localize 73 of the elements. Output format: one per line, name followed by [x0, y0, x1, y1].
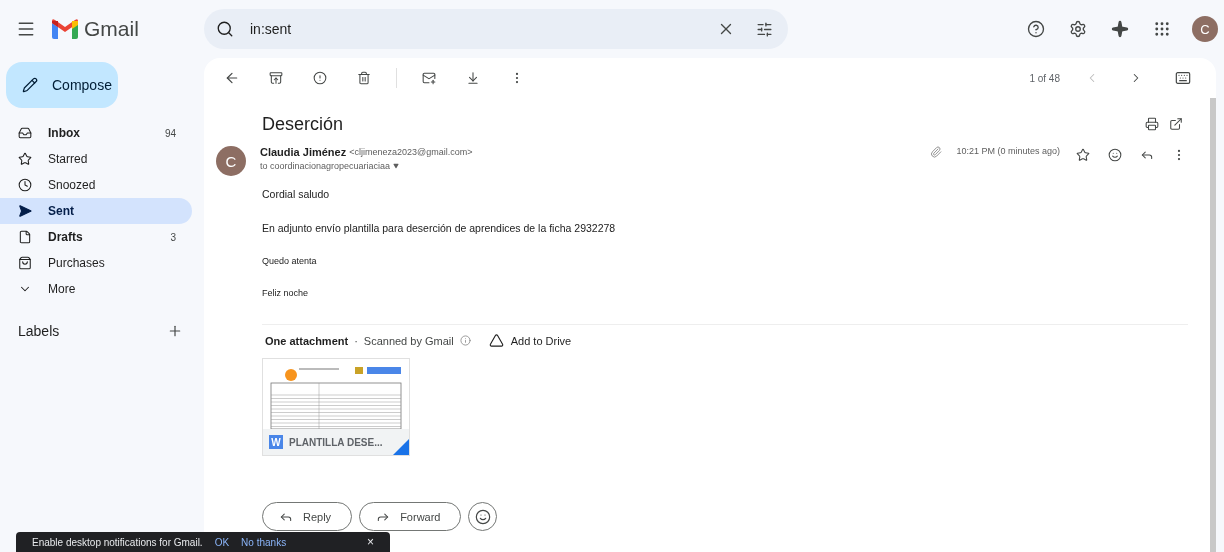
sidebar-item[interactable]: Drafts 3	[0, 224, 192, 250]
emoji-button[interactable]	[1106, 146, 1124, 164]
paperclip-icon	[930, 146, 943, 158]
attachment-heading: One attachment	[265, 334, 349, 347]
labels-heading: Labels	[18, 323, 60, 339]
forward-button[interactable]: Forward	[359, 502, 462, 531]
smiley-icon	[1108, 148, 1122, 162]
no-thanks-link[interactable]: No thanks	[241, 536, 287, 548]
attachment-card[interactable]: W PLANTILLA DESE...	[262, 358, 410, 456]
reply-arrow-icon	[1140, 148, 1154, 162]
info-icon	[459, 335, 471, 346]
sliders-icon	[755, 20, 773, 38]
printer-icon	[1145, 117, 1159, 131]
smiley-icon	[474, 508, 491, 525]
download-icon	[466, 71, 480, 85]
pencil-icon	[22, 77, 38, 93]
email-paragraph: Feliz noche	[262, 288, 310, 298]
search-icon	[216, 20, 234, 38]
star-icon	[18, 152, 32, 166]
grid-icon	[1153, 20, 1171, 38]
search-input[interactable]: in:sent	[248, 20, 700, 38]
email-paragraph: Quedo atenta	[262, 256, 318, 266]
scrollbar[interactable]	[1210, 98, 1216, 552]
keyboard-icon	[1175, 70, 1191, 86]
plus-icon	[167, 323, 183, 339]
word-file-icon: W	[269, 435, 283, 449]
search-bar[interactable]: in:sent	[204, 9, 788, 49]
snackbar-message: Enable desktop notifications for Gmail.	[32, 536, 203, 548]
recipient-dropdown[interactable]: to coordinacionagropecuariaciaa	[260, 161, 917, 171]
attachment-name: PLANTILLA DESE...	[289, 436, 383, 448]
sender-name: Claudia Jiménez	[260, 146, 347, 158]
email-time: 10:21 PM (0 minutes ago)	[956, 146, 1060, 156]
email-paragraph: En adjunto envío plantilla para deserción de aprendices de la ficha 2932278	[262, 222, 617, 234]
file-icon	[18, 230, 32, 244]
sidebar-item[interactable]: More	[0, 276, 192, 302]
compose-button[interactable]: Compose	[6, 62, 118, 108]
clock-icon	[18, 178, 32, 192]
sidebar-item[interactable]: Sent	[0, 198, 192, 224]
sidebar-item[interactable]: Snoozed	[0, 172, 192, 198]
sender-email: <cljimeneza2023@gmail.com>	[349, 147, 473, 157]
email-paragraph: Cordial saludo	[262, 188, 331, 200]
account-avatar[interactable]: C	[1192, 16, 1218, 42]
bullet-separator: ·	[354, 334, 358, 347]
add-to-drive-button[interactable]: Add to Drive	[488, 333, 572, 348]
alert-icon	[313, 71, 327, 85]
sidebar-item[interactable]: Starred	[0, 146, 192, 172]
close-button[interactable]: ×	[367, 535, 374, 549]
sender-avatar: C	[216, 146, 246, 176]
inbox-icon	[18, 126, 32, 140]
sparkle-icon	[1111, 20, 1129, 38]
app-name: Gmail	[84, 17, 139, 41]
caret-icon	[393, 163, 400, 169]
gmail-logo-icon	[52, 19, 78, 39]
settings-icon	[1069, 20, 1087, 38]
external-link-icon	[1169, 117, 1183, 131]
trash-icon	[357, 71, 371, 85]
help-icon	[1027, 20, 1045, 38]
reply-button[interactable]: Reply	[262, 502, 353, 531]
email-subject: Deserción	[262, 113, 345, 135]
sidebar-item[interactable]: Inbox 94	[0, 120, 192, 146]
scan-status: Scanned by Gmail	[363, 334, 454, 347]
sidebar-item[interactable]: Purchases	[0, 250, 192, 276]
send-icon	[18, 204, 32, 218]
star-button[interactable]	[1074, 146, 1092, 164]
emoji-button[interactable]	[468, 502, 498, 531]
mail-icon	[422, 71, 436, 85]
archive-icon	[269, 71, 283, 85]
menu-icon	[16, 19, 36, 39]
pager-count: 1 of 48	[1029, 72, 1060, 84]
star-icon	[1076, 148, 1090, 162]
ok-link[interactable]: OK	[214, 536, 230, 548]
page-corner-icon	[393, 439, 409, 455]
bag-icon	[18, 256, 32, 270]
